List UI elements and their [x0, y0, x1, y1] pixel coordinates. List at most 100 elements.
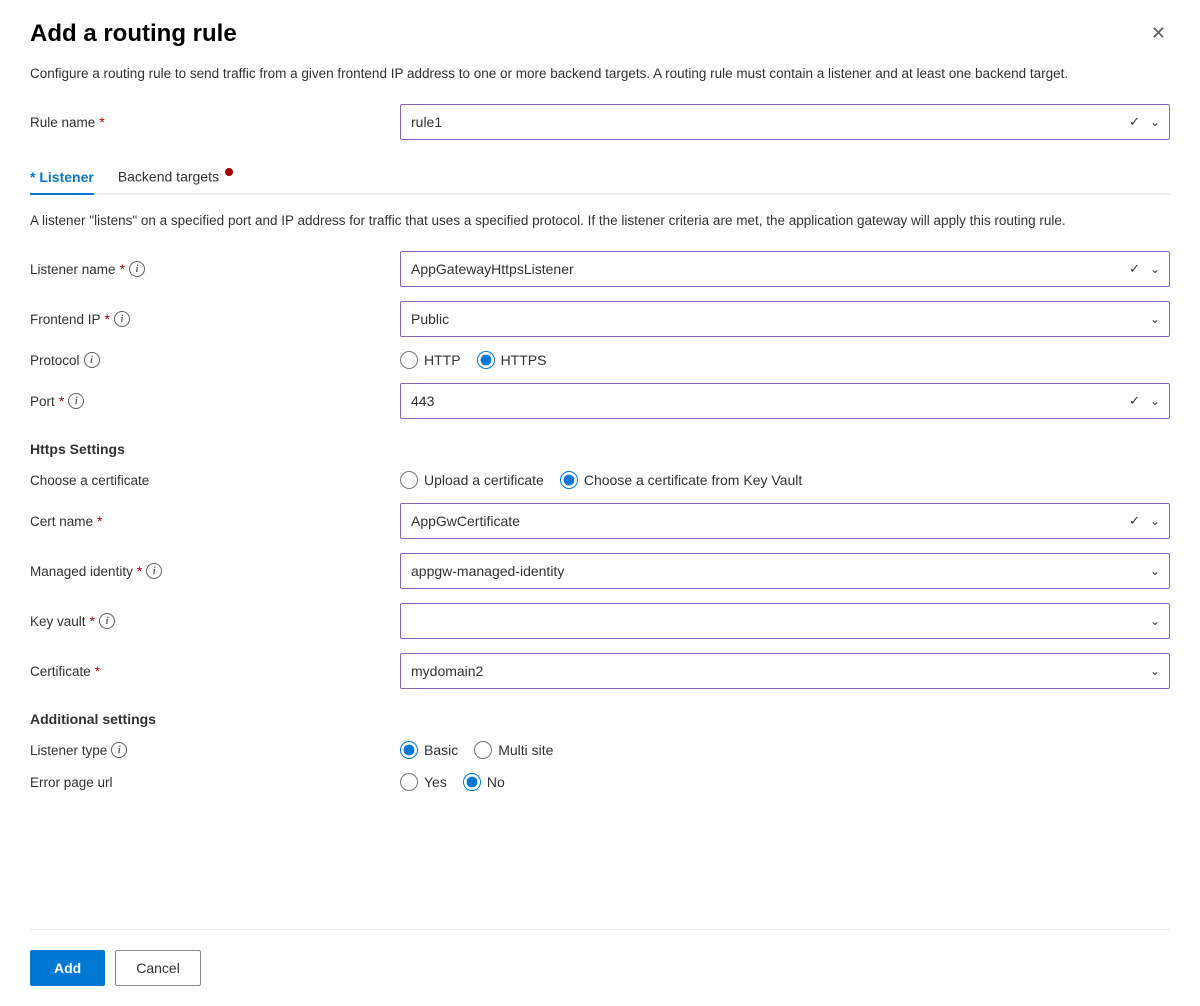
- managed-identity-row: Managed identity * i appgw-managed-ident…: [30, 553, 1170, 589]
- key-vault-required: *: [90, 613, 95, 629]
- port-label: Port * i: [30, 393, 400, 409]
- key-vault-select[interactable]: [400, 603, 1170, 639]
- frontend-ip-label: Frontend IP * i: [30, 311, 400, 327]
- listener-type-row: Listener type i Basic Multi site: [30, 741, 1170, 759]
- close-button[interactable]: ✕: [1147, 20, 1170, 46]
- protocol-http-radio[interactable]: [400, 351, 418, 369]
- frontend-ip-row: Frontend IP * i Public Private ⌄: [30, 301, 1170, 337]
- dialog-footer: Add Cancel: [30, 929, 1170, 1006]
- keyvault-cert-radio[interactable]: [560, 471, 578, 489]
- frontend-ip-required: *: [105, 311, 110, 327]
- cert-name-label: Cert name *: [30, 513, 400, 529]
- listener-name-checkmark: ✓: [1129, 261, 1140, 277]
- listener-type-label: Listener type i: [30, 742, 400, 758]
- certificate-row: Certificate * mydomain2 ⌄: [30, 653, 1170, 689]
- managed-identity-info-icon[interactable]: i: [146, 563, 162, 579]
- frontend-ip-info-icon[interactable]: i: [114, 311, 130, 327]
- protocol-info-icon[interactable]: i: [84, 352, 100, 368]
- error-page-yes-radio[interactable]: [400, 773, 418, 791]
- managed-identity-select[interactable]: appgw-managed-identity: [400, 553, 1170, 589]
- cert-name-checkmark: ✓: [1129, 513, 1140, 529]
- cert-name-wrapper: ✓ ⌄: [400, 503, 1170, 539]
- listener-type-multisite-radio[interactable]: [474, 741, 492, 759]
- choose-cert-label: Choose a certificate: [30, 473, 400, 488]
- cert-name-row: Cert name * ✓ ⌄: [30, 503, 1170, 539]
- cert-name-required: *: [97, 513, 102, 529]
- protocol-radio-group: HTTP HTTPS: [400, 351, 1170, 369]
- https-settings-title: Https Settings: [30, 441, 1170, 457]
- upload-cert-radio[interactable]: [400, 471, 418, 489]
- error-page-no-radio[interactable]: [463, 773, 481, 791]
- choose-cert-row: Choose a certificate Upload a certificat…: [30, 471, 1170, 489]
- listener-name-wrapper: ✓ ⌄: [400, 251, 1170, 287]
- protocol-label: Protocol i: [30, 352, 400, 368]
- protocol-https-option[interactable]: HTTPS: [477, 351, 547, 369]
- dialog-container: Add a routing rule ✕ Configure a routing…: [0, 0, 1200, 1006]
- keyvault-cert-label: Choose a certificate from Key Vault: [584, 472, 802, 488]
- listener-type-basic-radio[interactable]: [400, 741, 418, 759]
- protocol-http-label: HTTP: [424, 352, 461, 368]
- error-page-yes-option[interactable]: Yes: [400, 773, 447, 791]
- listener-name-required: *: [120, 261, 125, 277]
- listener-name-info-icon[interactable]: i: [129, 261, 145, 277]
- backend-dot: [225, 168, 233, 176]
- listener-name-row: Listener name * i ✓ ⌄: [30, 251, 1170, 287]
- listener-type-basic-label: Basic: [424, 742, 458, 758]
- dialog-title: Add a routing rule: [30, 20, 237, 48]
- key-vault-wrapper: ⌄: [400, 603, 1170, 639]
- tab-listener-label: * Listener: [30, 169, 94, 185]
- certificate-select[interactable]: mydomain2: [400, 653, 1170, 689]
- frontend-ip-select[interactable]: Public Private: [400, 301, 1170, 337]
- rule-name-checkmark: ✓: [1129, 114, 1140, 130]
- protocol-http-option[interactable]: HTTP: [400, 351, 461, 369]
- protocol-row: Protocol i HTTP HTTPS: [30, 351, 1170, 369]
- error-page-no-label: No: [487, 774, 505, 790]
- rule-name-label: Rule name *: [30, 114, 400, 130]
- upload-cert-label: Upload a certificate: [424, 472, 544, 488]
- port-info-icon[interactable]: i: [68, 393, 84, 409]
- port-checkmark: ✓: [1129, 393, 1140, 409]
- keyvault-cert-option[interactable]: Choose a certificate from Key Vault: [560, 471, 802, 489]
- key-vault-info-icon[interactable]: i: [99, 613, 115, 629]
- port-row: Port * i ✓ ⌄: [30, 383, 1170, 419]
- managed-identity-label: Managed identity * i: [30, 563, 400, 579]
- tabs-section: * Listener Backend targets: [30, 160, 1170, 195]
- tab-backend-targets[interactable]: Backend targets: [118, 160, 233, 193]
- listener-type-multisite-label: Multi site: [498, 742, 553, 758]
- protocol-https-radio[interactable]: [477, 351, 495, 369]
- add-button[interactable]: Add: [30, 950, 105, 986]
- listener-type-multisite-option[interactable]: Multi site: [474, 741, 553, 759]
- listener-type-info-icon[interactable]: i: [111, 742, 127, 758]
- error-page-radio-group: Yes No: [400, 773, 1170, 791]
- managed-identity-required: *: [137, 563, 142, 579]
- listener-name-input[interactable]: [400, 251, 1170, 287]
- listener-name-label: Listener name * i: [30, 261, 400, 277]
- choose-cert-radio-group: Upload a certificate Choose a certificat…: [400, 471, 1170, 489]
- rule-name-input[interactable]: [400, 104, 1170, 140]
- cancel-button[interactable]: Cancel: [115, 950, 201, 986]
- certificate-label: Certificate *: [30, 663, 400, 679]
- certificate-required: *: [95, 663, 100, 679]
- additional-settings-title: Additional settings: [30, 711, 1170, 727]
- key-vault-row: Key vault * i ⌄: [30, 603, 1170, 639]
- dialog-description: Configure a routing rule to send traffic…: [30, 64, 1130, 84]
- rule-name-wrapper: ✓ ⌄: [400, 104, 1170, 140]
- error-page-yes-label: Yes: [424, 774, 447, 790]
- dialog-header: Add a routing rule ✕: [30, 20, 1170, 48]
- listener-type-basic-option[interactable]: Basic: [400, 741, 458, 759]
- error-page-no-option[interactable]: No: [463, 773, 505, 791]
- error-page-row: Error page url Yes No: [30, 773, 1170, 791]
- tab-listener[interactable]: * Listener: [30, 161, 94, 193]
- rule-name-row: Rule name * ✓ ⌄: [30, 104, 1170, 140]
- port-input[interactable]: [400, 383, 1170, 419]
- listener-type-radio-group: Basic Multi site: [400, 741, 1170, 759]
- port-required: *: [59, 393, 64, 409]
- upload-cert-option[interactable]: Upload a certificate: [400, 471, 544, 489]
- frontend-ip-wrapper: Public Private ⌄: [400, 301, 1170, 337]
- port-wrapper: ✓ ⌄: [400, 383, 1170, 419]
- managed-identity-wrapper: appgw-managed-identity ⌄: [400, 553, 1170, 589]
- protocol-https-label: HTTPS: [501, 352, 547, 368]
- certificate-wrapper: mydomain2 ⌄: [400, 653, 1170, 689]
- cert-name-input[interactable]: [400, 503, 1170, 539]
- rule-name-required: *: [99, 114, 104, 130]
